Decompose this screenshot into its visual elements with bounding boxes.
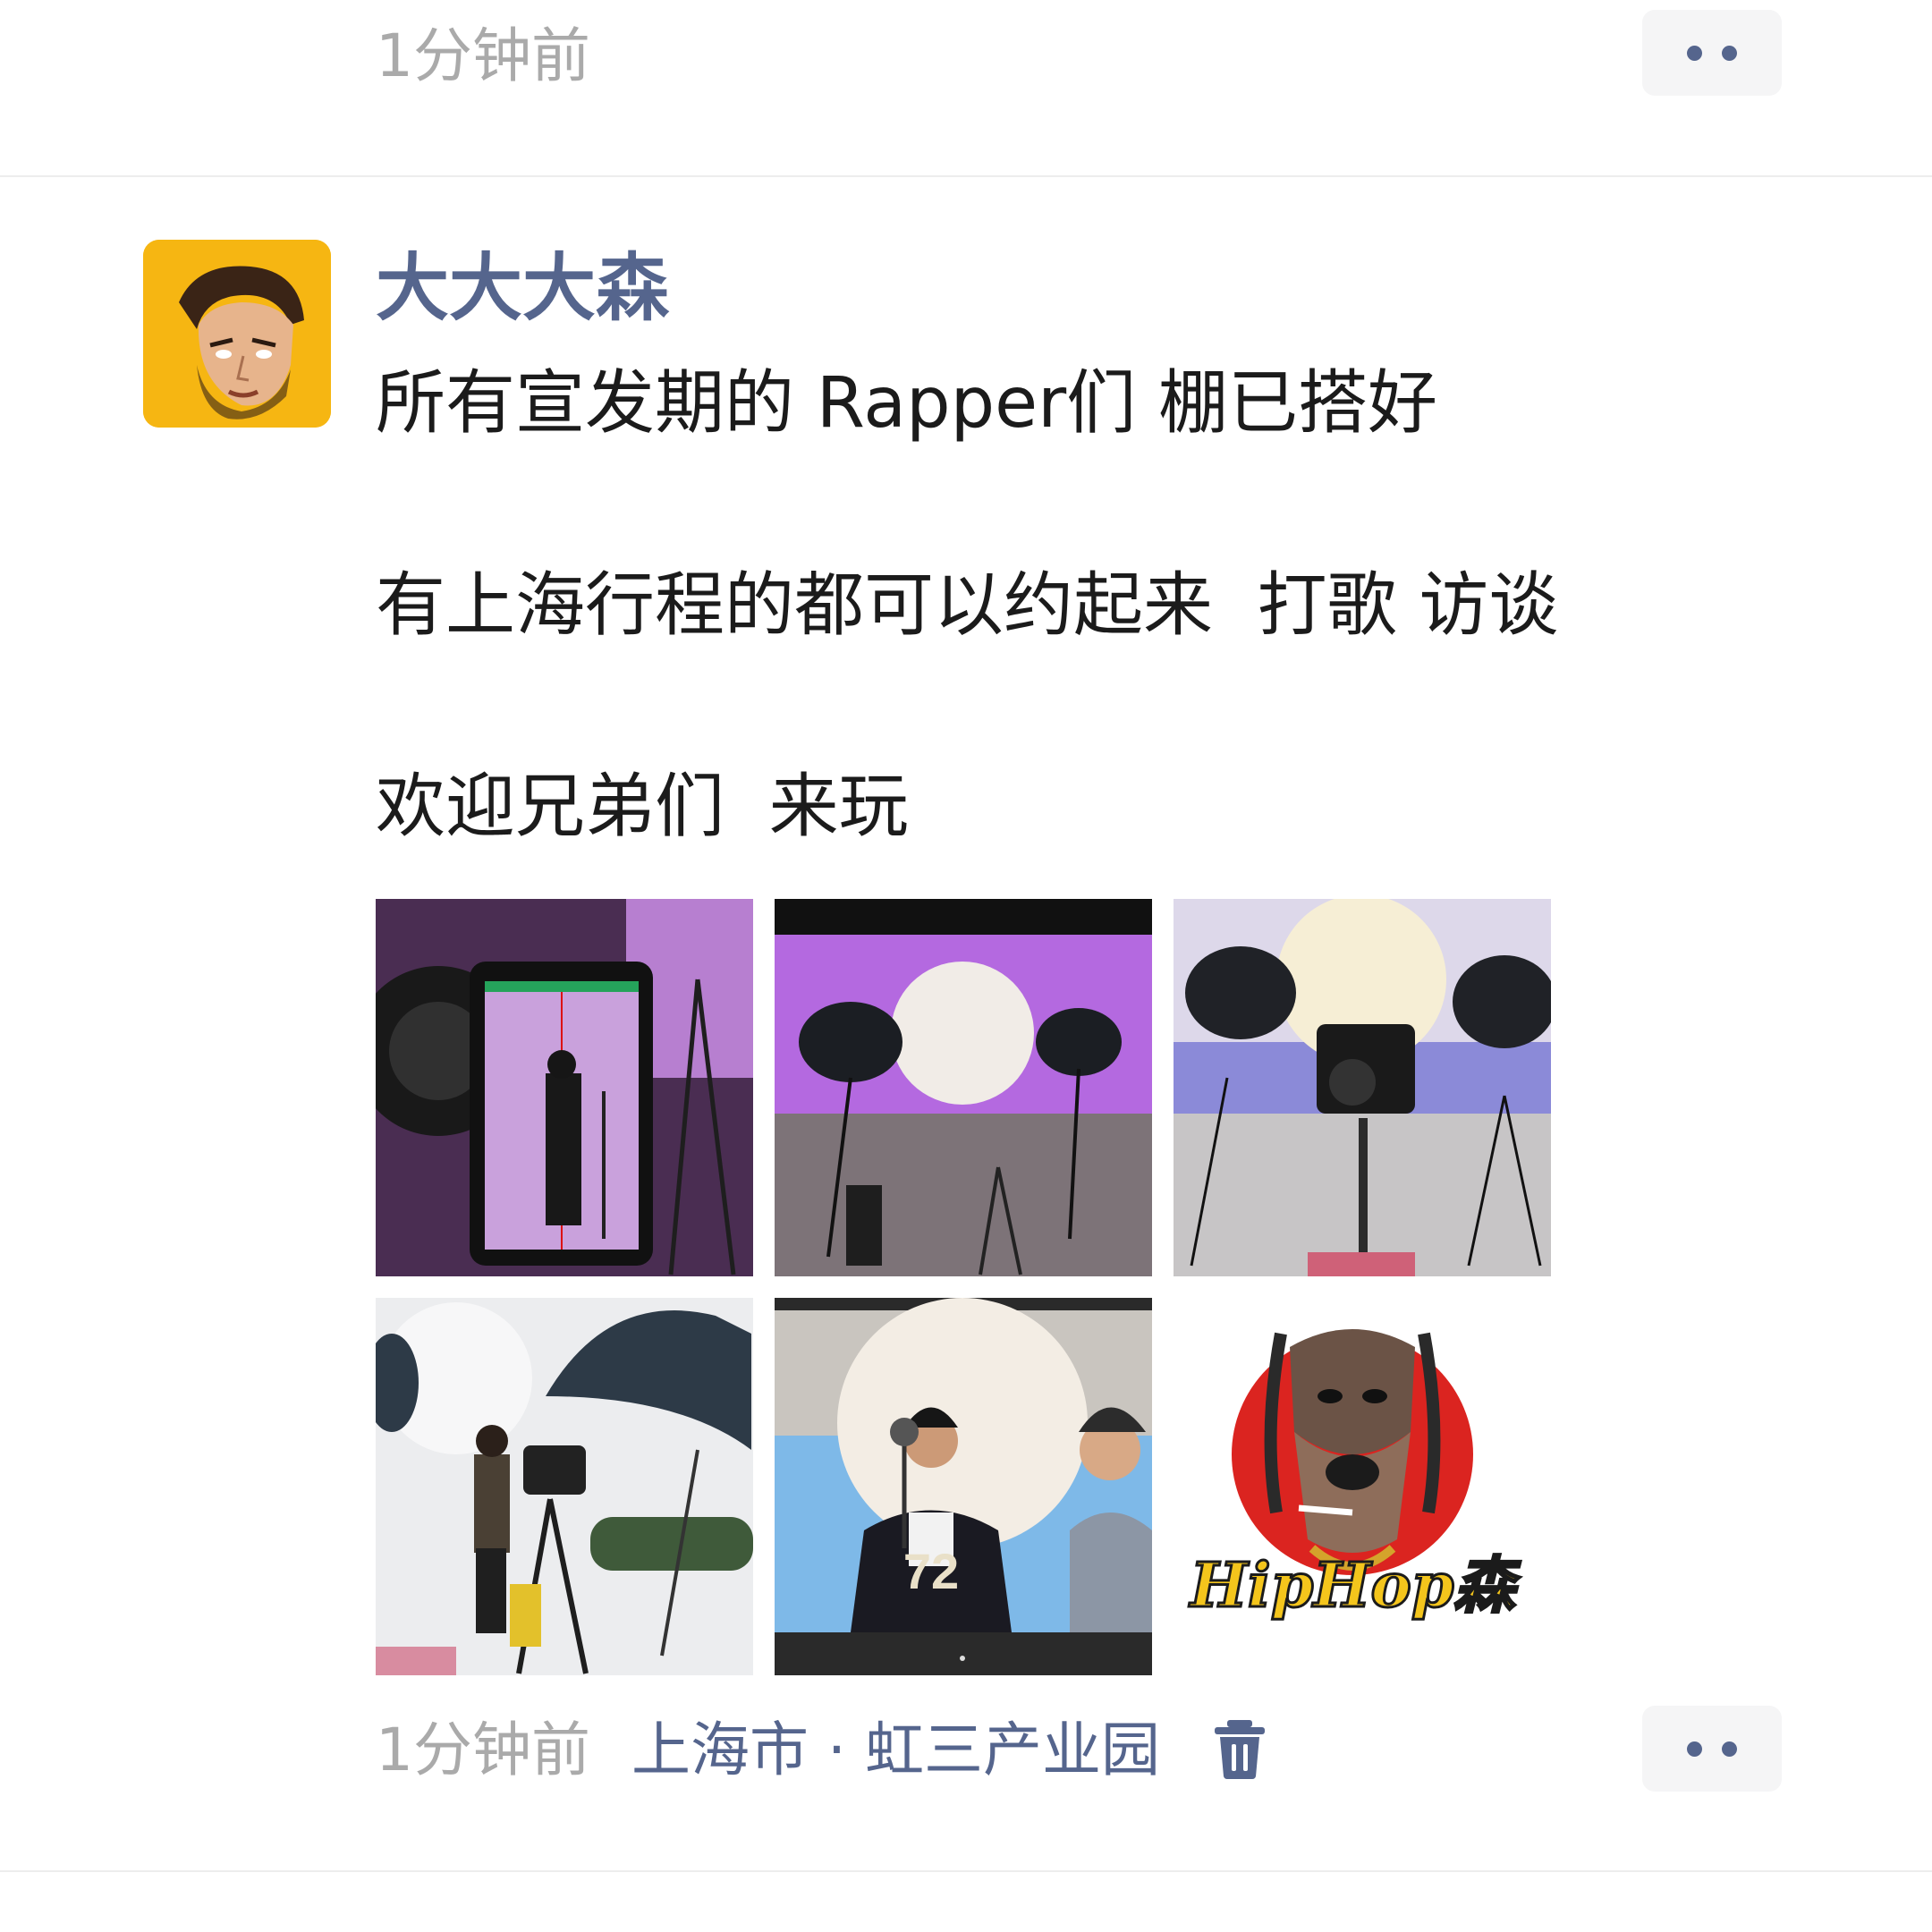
more-dots-icon: [1687, 1741, 1702, 1757]
post-time: 1分钟前: [376, 1716, 590, 1784]
post-divider: [0, 175, 1932, 177]
post-text-line-2: 有上海行程的都可以约起来 打歌 访谈: [376, 565, 1559, 646]
author-avatar[interactable]: [143, 240, 331, 428]
purple-studio-photo[interactable]: [775, 899, 1152, 1276]
previous-post-time: 1分钟前: [376, 21, 590, 90]
logo-text: HipHop森: [1189, 1550, 1521, 1622]
more-dots-icon: [1722, 45, 1737, 61]
previous-post-more-button[interactable]: [1642, 10, 1782, 96]
studio-lights-photo[interactable]: [1174, 899, 1551, 1276]
author-name[interactable]: 大大大森: [376, 252, 669, 326]
post-location[interactable]: 上海市 · 虹三产业园: [631, 1721, 1160, 1780]
more-dots-icon: [1722, 1741, 1737, 1757]
post-bottom-divider: [0, 1870, 1932, 1872]
studio-shoot-photo[interactable]: [376, 1298, 753, 1675]
trash-icon[interactable]: [1213, 1717, 1267, 1780]
post-text-line-1: 所有宣发期的 Rapper们 棚已搭好: [376, 363, 1437, 444]
jersey-number-text: 72: [903, 1543, 959, 1599]
more-dots-icon: [1687, 45, 1702, 61]
rapper-portrait-photo[interactable]: 72: [775, 1298, 1152, 1675]
post-text-line-3: 欢迎兄弟们 来玩: [376, 767, 909, 847]
studio-monitor-photo[interactable]: [376, 899, 753, 1276]
hiphop-dog-logo[interactable]: HipHop森: [1174, 1298, 1551, 1675]
post-more-button[interactable]: [1642, 1706, 1782, 1792]
